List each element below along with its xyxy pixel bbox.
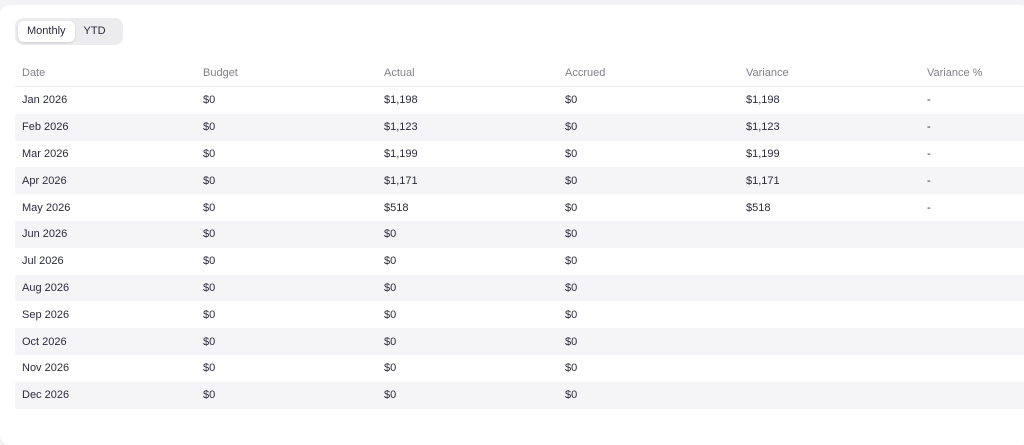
variance-cell: $1,198 — [746, 94, 780, 107]
budget-cell: $0 — [196, 220, 377, 248]
variance-percent-cell — [920, 248, 1024, 275]
variance-percent-cell: - — [927, 201, 931, 214]
actual-cell: $0 — [377, 274, 558, 302]
table-row: Nov 2026 $0 $0 $0 — [15, 355, 1024, 382]
accrued-cell: $0 — [558, 381, 739, 409]
variance-cell — [739, 328, 920, 355]
budget-cell: $0 — [203, 255, 216, 268]
variance-cell — [739, 248, 920, 275]
header-date[interactable]: Date — [15, 59, 196, 87]
accrued-cell: $0 — [565, 255, 578, 268]
budget-cell: $0 — [203, 147, 216, 160]
variance-cell — [739, 220, 920, 248]
accrued-cell: $0 — [558, 113, 739, 141]
budget-cell: $0 — [196, 381, 377, 409]
ytd-toggle-button[interactable]: YTD — [76, 21, 120, 42]
variance-percent-cell — [920, 355, 1024, 382]
budget-card: Monthly YTD Date Budget Actual Accrued V… — [0, 5, 1024, 445]
date-cell: Jun 2026 — [15, 220, 196, 248]
actual-cell: $0 — [384, 255, 397, 268]
accrued-cell: $0 — [565, 201, 578, 214]
date-cell: Dec 2026 — [15, 381, 196, 409]
actual-cell: $1,199 — [384, 147, 418, 160]
variance-cell: $518 — [746, 201, 771, 214]
date-cell: Apr 2026 — [15, 167, 196, 195]
accrued-cell: $0 — [558, 328, 739, 355]
budget-cell: $0 — [196, 274, 377, 302]
variance-cell — [739, 355, 920, 382]
budget-cell: $0 — [196, 328, 377, 355]
header-variance[interactable]: Variance — [739, 59, 920, 87]
budget-cell: $0 — [203, 94, 216, 107]
accrued-cell: $0 — [558, 274, 739, 302]
actual-cell: $0 — [377, 381, 558, 409]
date-cell: Feb 2026 — [15, 113, 196, 141]
date-cell: Jul 2026 — [22, 255, 64, 268]
header-accrued[interactable]: Accrued — [558, 59, 739, 87]
variance-percent-cell — [920, 301, 1024, 328]
table-row: Jun 2026 $0 $0 $0 — [15, 220, 1024, 248]
accrued-cell: $0 — [558, 220, 739, 248]
actual-cell: $0 — [377, 220, 558, 248]
variance-percent-cell — [920, 381, 1024, 409]
actual-cell: $0 — [384, 308, 397, 321]
actual-cell: $1,198 — [384, 94, 418, 107]
budget-cell: $0 — [203, 362, 216, 375]
period-toggle: Monthly YTD — [15, 18, 123, 45]
header-variance-percent[interactable]: Variance % — [920, 59, 1024, 87]
variance-percent-cell — [920, 274, 1024, 302]
header-actual[interactable]: Actual — [377, 59, 558, 87]
budget-cell: $0 — [196, 167, 377, 195]
date-cell: Sep 2026 — [22, 308, 70, 321]
variance-percent-cell: - — [920, 167, 1024, 195]
actual-cell: $1,123 — [377, 113, 558, 141]
table-row: May 2026 $0 $518 $0 $518 - — [15, 194, 1024, 221]
date-cell: May 2026 — [22, 201, 71, 214]
variance-cell: $1,123 — [739, 113, 920, 141]
actual-cell: $0 — [377, 328, 558, 355]
date-cell: Oct 2026 — [15, 328, 196, 355]
table-row: Jan 2026 $0 $1,198 $0 $1,198 - — [15, 87, 1024, 114]
accrued-cell: $0 — [565, 94, 578, 107]
monthly-toggle-button[interactable]: Monthly — [18, 21, 75, 42]
variance-cell — [739, 381, 920, 409]
budget-table: Date Budget Actual Accrued Variance Vari… — [15, 59, 1024, 409]
variance-percent-cell: - — [927, 94, 931, 107]
table-row: Jul 2026 $0 $0 $0 — [15, 248, 1024, 275]
header-budget[interactable]: Budget — [196, 59, 377, 87]
budget-cell: $0 — [203, 308, 216, 321]
variance-percent-cell: - — [920, 113, 1024, 141]
variance-cell — [739, 274, 920, 302]
accrued-cell: $0 — [565, 147, 578, 160]
budget-cell: $0 — [196, 113, 377, 141]
actual-cell: $518 — [384, 201, 409, 214]
actual-cell: $0 — [384, 362, 397, 375]
table-row: Aug 2026 $0 $0 $0 — [15, 274, 1024, 302]
accrued-cell: $0 — [565, 362, 578, 375]
variance-cell — [739, 301, 920, 328]
accrued-cell: $0 — [565, 308, 578, 321]
table-row: Feb 2026 $0 $1,123 $0 $1,123- — [15, 113, 1024, 141]
date-cell: Jan 2026 — [22, 94, 68, 107]
variance-percent-cell — [920, 328, 1024, 355]
table-row: Dec 2026 $0 $0 $0 — [15, 381, 1024, 409]
variance-percent-cell — [920, 220, 1024, 248]
table-row: Mar 2026 $0 $1,199 $0 $1,199 - — [15, 141, 1024, 168]
date-cell: Aug 2026 — [15, 274, 196, 302]
date-cell: Mar 2026 — [22, 147, 69, 160]
variance-cell: $1,199 — [746, 147, 780, 160]
accrued-cell: $0 — [558, 167, 739, 195]
actual-cell: $1,171 — [377, 167, 558, 195]
table-header-row: Date Budget Actual Accrued Variance Vari… — [15, 59, 1024, 87]
budget-cell: $0 — [203, 201, 216, 214]
table-body: Jan 2026 $0 $1,198 $0 $1,198- Feb 2026 $0 $1,12… — [15, 87, 1024, 409]
variance-percent-cell: - — [927, 147, 931, 160]
date-cell: Nov 2026 — [22, 362, 70, 375]
table-row: Apr 2026 $0 $1,171 $0 $1,171- — [15, 167, 1024, 195]
table-row: Sep 2026 $0 $0 $0 — [15, 301, 1024, 328]
table-row: Oct 2026 $0 $0 $0 — [15, 328, 1024, 355]
variance-cell: $1,171 — [739, 167, 920, 195]
